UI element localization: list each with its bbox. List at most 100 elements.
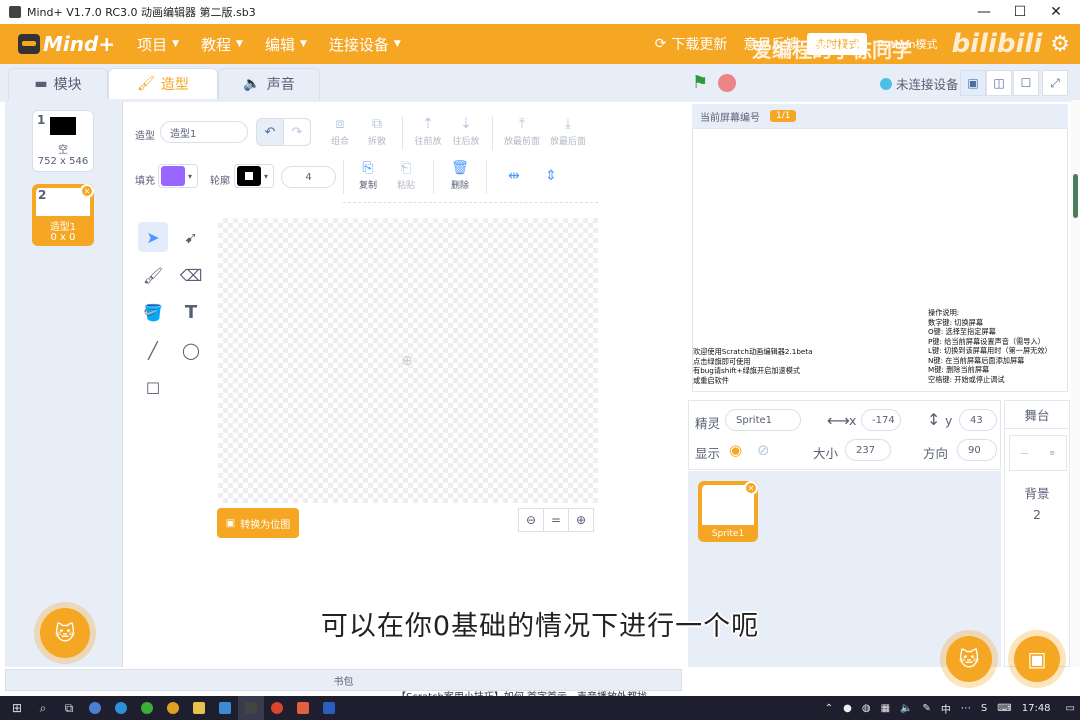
- tray-app-icon[interactable]: ⋯: [961, 703, 971, 714]
- clock[interactable]: 17:48: [1022, 703, 1051, 714]
- forward-button[interactable]: ⇡ 往前放: [408, 116, 448, 147]
- select-tool[interactable]: ➤: [138, 222, 168, 252]
- stage-text-line: 点击绿旗即可使用: [693, 356, 751, 366]
- fullscreen-icon: ⤢: [1050, 75, 1060, 90]
- size-input[interactable]: 237: [845, 439, 891, 461]
- layout-small-icon: ▣: [967, 76, 979, 90]
- tray-chevron-icon[interactable]: ⌃: [825, 703, 833, 714]
- tray-app-icon[interactable]: ◍: [862, 703, 871, 714]
- copy-button[interactable]: ⎘ 复制: [348, 160, 388, 191]
- delete-sprite-icon[interactable]: ✕: [744, 481, 758, 495]
- chrome-icon[interactable]: [160, 696, 186, 720]
- flip-vertical-button[interactable]: ⇕: [531, 168, 571, 186]
- connection-status[interactable]: 未连接设备: [880, 74, 959, 93]
- close-button[interactable]: ✕: [1038, 0, 1074, 24]
- flip-horizontal-button[interactable]: ⇹: [494, 168, 534, 186]
- circle-tool[interactable]: ◯: [176, 335, 206, 365]
- direction-input[interactable]: 90: [957, 439, 997, 461]
- line-tool[interactable]: ╱: [138, 335, 168, 365]
- group-button[interactable]: ⧈ 组合: [320, 116, 360, 147]
- menu-connect-device[interactable]: 连接设备 ▼: [329, 34, 401, 55]
- app-icon[interactable]: [82, 696, 108, 720]
- search-icon[interactable]: ⌕: [30, 696, 56, 720]
- keyboard-icon[interactable]: ⌨: [997, 703, 1011, 714]
- tray-app-icon[interactable]: ●: [843, 703, 852, 714]
- eraser-tool[interactable]: ⌫: [176, 260, 206, 290]
- green-flag-icon[interactable]: ⚑: [692, 72, 712, 93]
- sprite-item[interactable]: ✕ Sprite1: [698, 481, 758, 542]
- stage-panel-title: 舞台: [1005, 401, 1069, 429]
- circle-icon: ◯: [182, 340, 200, 360]
- windows-start-icon[interactable]: ⊞: [4, 696, 30, 720]
- app-icon[interactable]: [316, 696, 342, 720]
- back-button[interactable]: ⤓ 放最后面: [545, 116, 591, 147]
- task-view-icon[interactable]: ⧉: [56, 696, 82, 720]
- window-scrollbar[interactable]: [1071, 100, 1080, 667]
- text-tool[interactable]: T: [176, 297, 206, 327]
- minimize-button[interactable]: —: [966, 0, 1002, 24]
- notification-icon[interactable]: ▭: [1066, 703, 1075, 714]
- y-label: y: [945, 413, 953, 428]
- app-icon[interactable]: [264, 696, 290, 720]
- forward-label: 往前放: [414, 137, 442, 147]
- tab-sounds[interactable]: 🔈 声音: [218, 68, 320, 99]
- costume-name-input[interactable]: 造型1: [160, 121, 248, 143]
- costume-item-2[interactable]: 2 ✕ 造型1 0 x 0: [32, 184, 94, 246]
- zoom-reset-button[interactable]: =: [543, 508, 569, 532]
- app-icon[interactable]: [290, 696, 316, 720]
- reshape-tool[interactable]: ➹: [176, 222, 206, 252]
- large-stage-layout-button[interactable]: ◫: [986, 70, 1012, 96]
- gear-icon[interactable]: ⚙: [1050, 32, 1070, 57]
- small-stage-layout-button[interactable]: ▣: [960, 70, 986, 96]
- y-input[interactable]: 43: [959, 409, 997, 431]
- paste-button[interactable]: ⎗ 粘贴: [386, 160, 426, 191]
- brush-icon: 🖌: [137, 76, 155, 92]
- delete-button[interactable]: 🗑 删除: [440, 160, 480, 191]
- app-icon[interactable]: [212, 696, 238, 720]
- brush-tool[interactable]: 🖌: [138, 260, 168, 290]
- menu-tutorial[interactable]: 教程 ▼: [201, 34, 243, 55]
- edge-icon[interactable]: [108, 696, 134, 720]
- zoom-out-button[interactable]: ⊖: [518, 508, 544, 532]
- mindplus-taskbar-icon[interactable]: [238, 696, 264, 720]
- stage-canvas[interactable]: 欢迎使用Scratch动画编辑器2.1beta 点击绿旗即可使用 有bug请sh…: [692, 128, 1068, 392]
- pen-icon[interactable]: ✎: [923, 703, 931, 714]
- tray-app-icon[interactable]: S: [981, 703, 987, 714]
- scrollbar-thumb[interactable]: [1073, 174, 1078, 218]
- wechat-icon[interactable]: [134, 696, 160, 720]
- download-update-button[interactable]: ⟳ 下载更新: [655, 34, 728, 54]
- stop-icon[interactable]: [718, 74, 736, 92]
- menu-edit[interactable]: 编辑 ▼: [265, 34, 307, 55]
- rectangle-tool[interactable]: ☐: [138, 373, 168, 403]
- outline-width-input[interactable]: 4: [281, 166, 336, 188]
- front-button[interactable]: ⤒ 放最前面: [499, 116, 545, 147]
- delete-costume-icon[interactable]: ✕: [80, 184, 94, 198]
- eye-hidden-icon[interactable]: ⊘: [757, 441, 770, 459]
- file-explorer-icon[interactable]: [186, 696, 212, 720]
- maximize-button[interactable]: ☐: [1002, 0, 1038, 24]
- menu-project[interactable]: 项目 ▼: [137, 34, 179, 55]
- stage-text-line: N键: 在当前屏幕后面添加屏幕: [928, 355, 1025, 365]
- x-input[interactable]: -174: [861, 409, 901, 431]
- sprite-name-input[interactable]: Sprite1: [725, 409, 801, 431]
- fill-tool[interactable]: 🪣: [138, 297, 168, 327]
- fullscreen-button[interactable]: ⤢: [1042, 70, 1068, 96]
- stage-only-layout-button[interactable]: ☐: [1013, 70, 1039, 96]
- arrow-up-icon: ⇡: [422, 116, 434, 132]
- ungroup-button[interactable]: ⧉ 拆散: [357, 116, 397, 147]
- undo-button[interactable]: ↶: [256, 118, 284, 146]
- ime-indicator[interactable]: 中: [941, 701, 951, 716]
- redo-button[interactable]: ↷: [283, 118, 311, 146]
- eye-visible-icon[interactable]: ◉: [729, 441, 742, 459]
- fill-color-picker[interactable]: ▾: [158, 164, 198, 188]
- network-icon[interactable]: ▦: [881, 703, 890, 714]
- backward-button[interactable]: ⇣ 往后放: [446, 116, 486, 147]
- convert-to-bitmap-button[interactable]: ▣ 转换为位图: [217, 508, 299, 538]
- costume-item-1[interactable]: 1 空 752 x 546: [32, 110, 94, 172]
- tab-costumes[interactable]: 🖌 造型: [108, 68, 218, 99]
- tab-blocks[interactable]: ▬ 模块: [8, 68, 108, 99]
- zoom-in-button[interactable]: ⊕: [568, 508, 594, 532]
- to-front-icon: ⤒: [518, 116, 526, 132]
- volume-icon[interactable]: 🔈: [900, 703, 912, 714]
- outline-color-picker[interactable]: ▾: [234, 164, 274, 188]
